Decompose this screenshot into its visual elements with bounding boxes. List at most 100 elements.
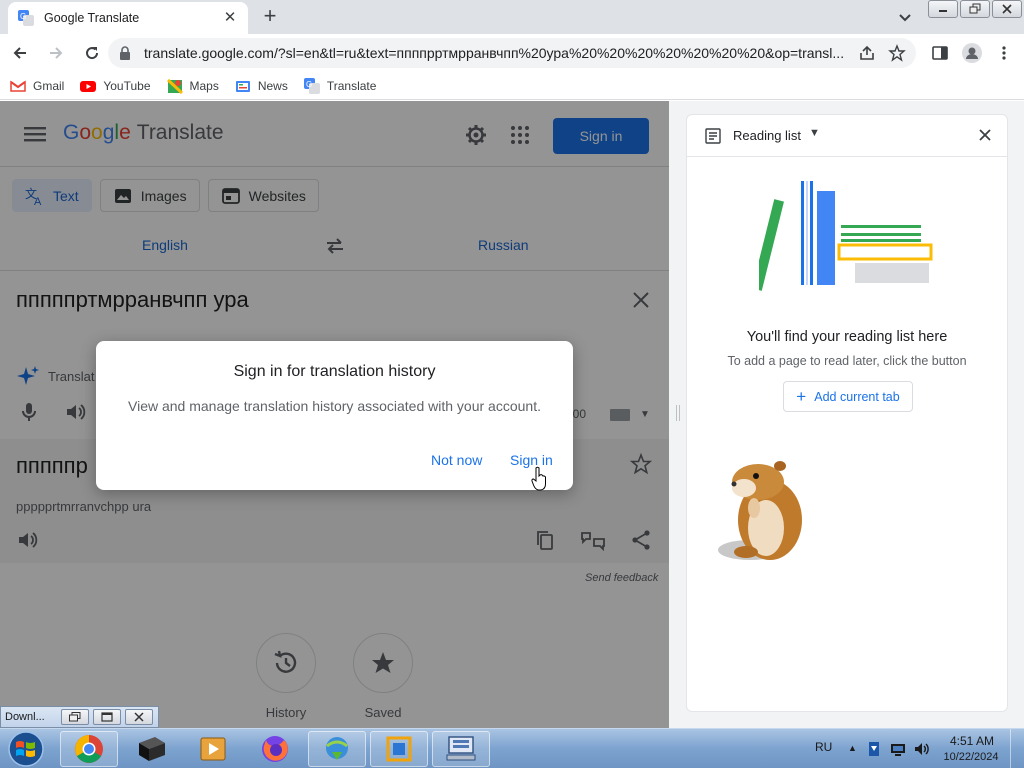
- back-button[interactable]: [4, 37, 36, 69]
- bookmark-label: Translate: [326, 78, 377, 93]
- bookmark-gmail[interactable]: Gmail: [10, 78, 64, 94]
- forward-button[interactable]: [40, 37, 72, 69]
- firefox-icon: [262, 736, 288, 762]
- network-icon[interactable]: [890, 741, 906, 757]
- news-icon: [235, 80, 250, 92]
- system-tray: RU ▲ 4:51 AM 10/22/2024: [800, 729, 1024, 768]
- tab-strip: G Google Translate ✕ +: [0, 0, 1024, 34]
- bookmark-label: YouTube: [103, 78, 151, 93]
- arrow-right-icon: [50, 47, 63, 59]
- restore-icon: [69, 712, 81, 722]
- side-panel-icon: [932, 46, 948, 60]
- bookmark-label: Maps: [189, 78, 219, 93]
- mini-restore-button[interactable]: [61, 709, 89, 725]
- reload-button[interactable]: [76, 37, 108, 69]
- dialog-body: View and manage translation history asso…: [128, 398, 541, 414]
- empty-state-body: To add a page to read later, click the b…: [727, 354, 967, 368]
- reading-list-header: Reading list ▼: [687, 115, 1007, 157]
- taskbar-firefox[interactable]: [246, 731, 304, 767]
- bookmark-label: Gmail: [33, 78, 65, 93]
- tab-search-chevron-icon[interactable]: [896, 8, 914, 26]
- youtube-icon: [80, 80, 97, 92]
- hamster-desktop-pet-image[interactable]: [716, 458, 810, 566]
- clock-date[interactable]: 10/22/2024: [938, 751, 1004, 763]
- clock-time[interactable]: 4:51 AM: [944, 734, 1000, 748]
- bookmark-translate[interactable]: G Translate: [303, 77, 377, 94]
- reading-list-title[interactable]: Reading list: [733, 128, 801, 143]
- close-window-button[interactable]: [992, 0, 1022, 18]
- menu-button[interactable]: [990, 38, 1018, 68]
- language-indicator[interactable]: RU: [815, 740, 832, 754]
- windows-taskbar: RU ▲ 4:51 AM 10/22/2024: [0, 728, 1024, 768]
- browser-toolbar: translate.google.com/?sl=en&tl=ru&text=п…: [0, 34, 1024, 72]
- gmail-icon: [10, 80, 26, 92]
- reading-list-icon: [705, 128, 721, 144]
- minimized-window-title: Downl...: [5, 711, 45, 723]
- mini-maximize-button[interactable]: [93, 709, 121, 725]
- add-current-tab-button[interactable]: + Add current tab: [783, 381, 913, 412]
- translate-icon: G: [303, 77, 320, 94]
- minimize-button[interactable]: [928, 0, 958, 18]
- bookmark-news[interactable]: News: [235, 78, 288, 94]
- minimized-download-window[interactable]: Downl...: [0, 706, 159, 728]
- chrome-icon: [75, 735, 103, 763]
- window-controls: [928, 0, 1024, 18]
- url-text[interactable]: translate.google.com/?sl=en&tl=ru&text=п…: [144, 45, 846, 61]
- chevron-down-icon[interactable]: ▼: [809, 127, 820, 139]
- share-page-icon[interactable]: [858, 44, 876, 62]
- virtualbox-icon: [386, 736, 412, 762]
- restore-button[interactable]: [960, 0, 990, 18]
- taskbar-virtualbox[interactable]: [370, 731, 428, 767]
- add-button-label: Add current tab: [814, 389, 900, 404]
- taskbar-media-player[interactable]: [184, 731, 242, 767]
- maximize-icon: [101, 712, 113, 722]
- minimize-icon: [939, 10, 947, 12]
- kebab-menu-icon: [1002, 46, 1006, 60]
- new-tab-button[interactable]: +: [258, 5, 282, 29]
- windows-start-icon[interactable]: [4, 730, 48, 768]
- bookmark-star-icon[interactable]: [888, 44, 906, 62]
- bookmark-youtube[interactable]: YouTube: [80, 78, 151, 94]
- side-panel-button[interactable]: [926, 38, 954, 68]
- media-player-icon: [200, 737, 226, 761]
- show-hidden-icons-icon[interactable]: ▲: [848, 743, 857, 753]
- close-icon[interactable]: [977, 127, 993, 143]
- not-now-button[interactable]: Not now: [431, 452, 482, 468]
- address-bar[interactable]: translate.google.com/?sl=en&tl=ru&text=п…: [108, 38, 916, 68]
- sign-in-history-dialog: Sign in for translation history View and…: [96, 341, 573, 490]
- taskbar-idm[interactable]: [308, 731, 366, 767]
- close-icon: [1002, 4, 1012, 14]
- svg-text:G: G: [20, 12, 26, 21]
- volume-icon[interactable]: [914, 741, 930, 757]
- profile-button[interactable]: [958, 38, 986, 68]
- taskbar-chrome[interactable]: [60, 731, 118, 767]
- download-manager-icon: [326, 737, 348, 760]
- tab-close-icon[interactable]: ✕: [222, 10, 238, 26]
- black-box-icon: [139, 737, 165, 761]
- tab-title: Google Translate: [44, 11, 140, 25]
- hand-cursor-icon: [531, 466, 546, 491]
- reading-list-illustration: [759, 181, 933, 291]
- dialog-title: Sign in for translation history: [233, 363, 436, 380]
- bookmarks-bar: Gmail YouTube Maps News G Translate: [0, 72, 1024, 100]
- lock-icon[interactable]: [118, 46, 132, 60]
- close-icon: [134, 712, 144, 722]
- arrow-left-icon: [13, 47, 26, 59]
- taskbar-remote-desktop[interactable]: [432, 731, 490, 767]
- taskbar-app-black-box[interactable]: [122, 731, 180, 767]
- restore-icon: [969, 3, 981, 14]
- plus-icon: +: [796, 386, 807, 406]
- translate-favicon-icon: G: [18, 10, 34, 26]
- monitor-icon: [446, 736, 476, 761]
- empty-state-title: You'll find your reading list here: [746, 329, 948, 345]
- svg-text:G: G: [306, 80, 312, 89]
- toolbar-right: [926, 38, 1022, 68]
- bookmark-maps[interactable]: Maps: [166, 78, 219, 94]
- show-desktop-button[interactable]: [1010, 729, 1024, 768]
- tray-app-icon[interactable]: [866, 741, 882, 757]
- side-panel-resize-handle[interactable]: [676, 405, 680, 421]
- mini-close-button[interactable]: [125, 709, 153, 725]
- bookmark-label: News: [257, 78, 288, 93]
- reading-list-panel: Reading list ▼ You'll find your reading …: [686, 114, 1008, 712]
- tab-google-translate[interactable]: G Google Translate ✕: [8, 2, 248, 34]
